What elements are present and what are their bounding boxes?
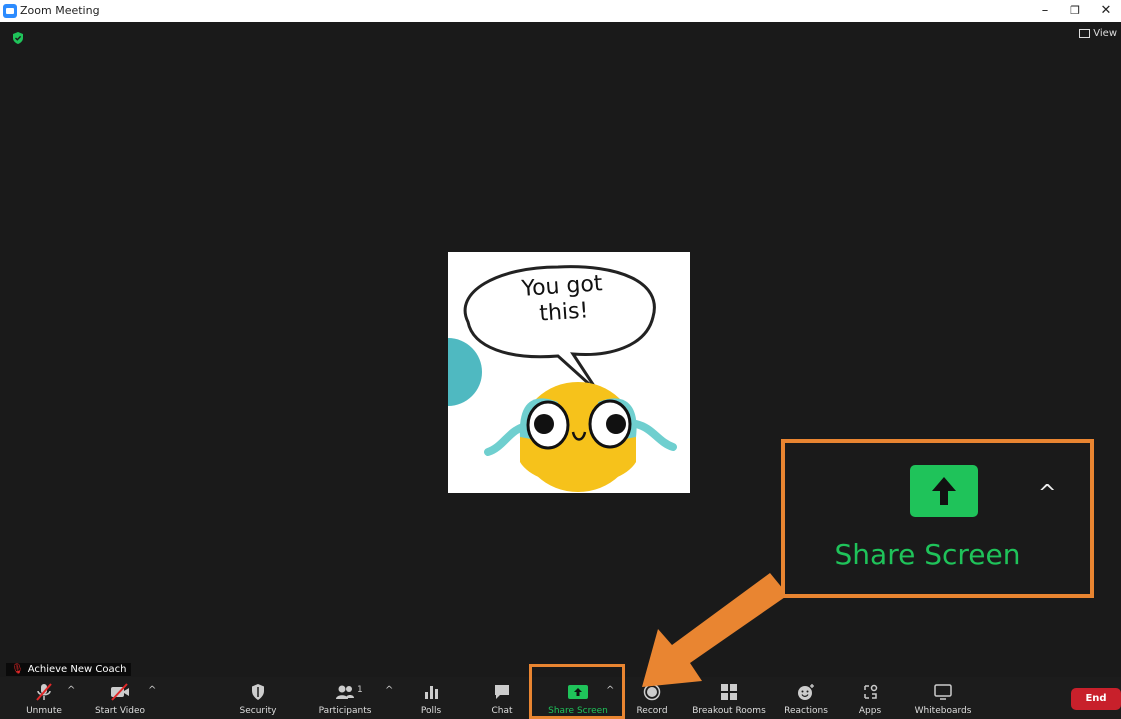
speech-bubble-text: You got this! (486, 269, 639, 331)
chat-label: Chat (491, 706, 513, 716)
restore-button[interactable]: ❐ (1060, 2, 1090, 20)
zoom-app-icon (3, 4, 17, 18)
start-video-label: Start Video (94, 706, 146, 716)
chat-bubble-icon (495, 685, 509, 699)
participant-name: Achieve New Coach (27, 664, 127, 675)
breakout-rooms-label: Breakout Rooms (692, 706, 766, 716)
participant-name-tag: 🎙 Achieve New Coach (6, 663, 132, 676)
unmute-label: Unmute (26, 706, 62, 716)
whiteboards-button[interactable]: Whiteboards (908, 677, 978, 719)
participants-button[interactable]: 1 Participants (314, 677, 376, 719)
share-screen-enlarged-icon-button (910, 465, 978, 517)
polls-bar-chart-icon (425, 686, 438, 699)
muted-mic-icon: 🎙 (11, 664, 24, 675)
window-title: Zoom Meeting (20, 4, 100, 17)
participants-options-caret[interactable]: ^ (385, 685, 393, 696)
participants-count: 1 (357, 685, 363, 695)
reactions-label: Reactions (784, 706, 828, 716)
gallery-view-icon (1079, 28, 1091, 38)
security-shield-icon (252, 684, 264, 700)
view-button[interactable]: View (1079, 28, 1117, 39)
muted-microphone-icon (36, 683, 52, 701)
participants-icon (336, 685, 354, 699)
share-screen-highlight-box (529, 664, 625, 719)
unmute-button[interactable]: Unmute (18, 677, 70, 719)
participants-label: Participants (318, 706, 372, 716)
apps-icon (864, 684, 878, 699)
orange-pointer-arrow (642, 573, 788, 687)
end-meeting-button[interactable]: End (1071, 688, 1121, 710)
polls-button[interactable]: Polls (412, 677, 450, 719)
encryption-shield-icon[interactable] (12, 32, 24, 44)
view-label: View (1093, 28, 1117, 39)
apps-label: Apps (858, 706, 882, 716)
share-screen-zoom-callout: ^ Share Screen (781, 439, 1094, 598)
apps-button[interactable]: Apps (852, 677, 888, 719)
title-bar: Zoom Meeting – ❐ ✕ (0, 0, 1121, 22)
security-label: Security (239, 706, 277, 716)
polls-label: Polls (420, 706, 442, 716)
minimize-button[interactable]: – (1030, 2, 1060, 20)
participant-video-image: You got this! (448, 252, 690, 493)
start-video-button[interactable]: Start Video (90, 677, 150, 719)
security-button[interactable]: Security (236, 677, 280, 719)
whiteboard-icon (934, 684, 952, 700)
chat-button[interactable]: Chat (484, 677, 520, 719)
video-options-caret[interactable]: ^ (148, 685, 156, 696)
enlarged-up-arrow-icon (932, 477, 956, 505)
video-off-icon (111, 683, 129, 701)
enlarged-caret-icon: ^ (1038, 481, 1057, 506)
enlarged-share-screen-label: Share Screen (834, 538, 1021, 571)
record-label: Record (636, 706, 668, 716)
audio-options-caret[interactable]: ^ (67, 685, 75, 696)
close-button[interactable]: ✕ (1091, 2, 1121, 20)
whiteboards-label: Whiteboards (914, 706, 972, 716)
